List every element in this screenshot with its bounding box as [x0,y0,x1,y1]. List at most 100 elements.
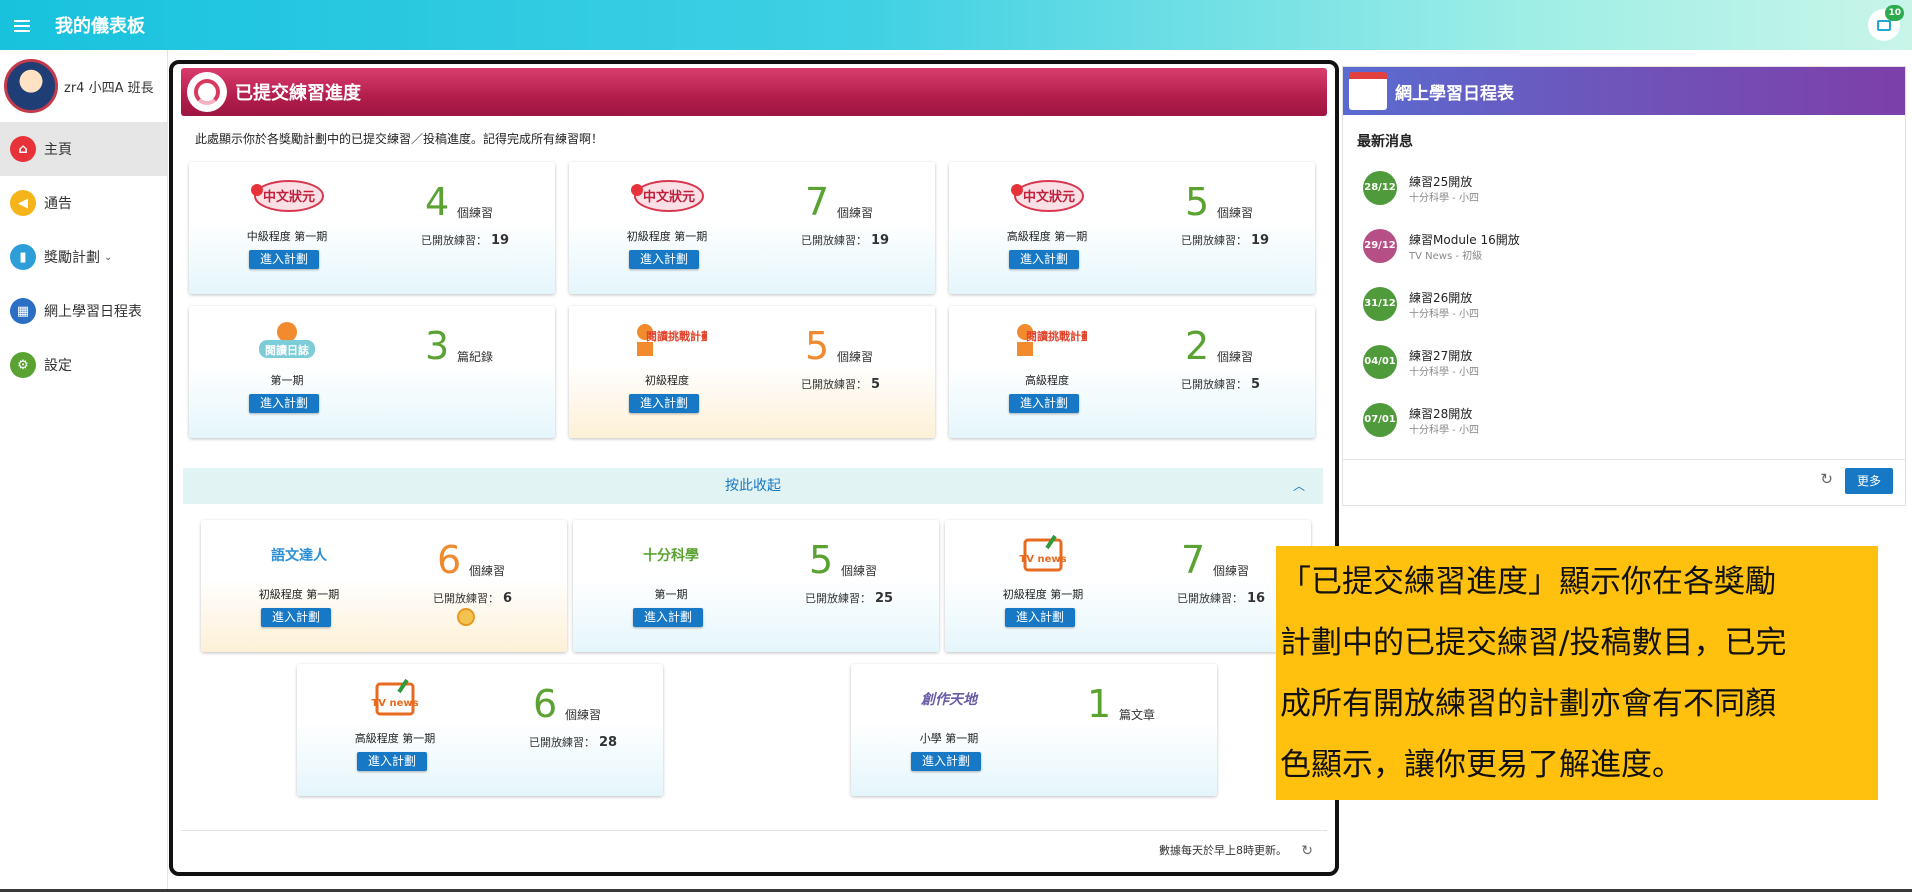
submitted-count: 5 [1185,180,1210,224]
count-unit: 個練習 [1217,206,1254,220]
progress-panel: 已提交練習進度 此處顯示你於各獎勵計劃中的已提交練習／投稿進度。記得完成所有練習… [169,60,1339,876]
message-icon [1877,19,1891,31]
enter-program-button[interactable]: 進入計劃 [1009,394,1079,413]
sidebar-item-settings[interactable]: ⚙ 設定 [0,338,167,392]
count-unit: 個練習 [1217,350,1254,364]
enter-program-button[interactable]: 進入計劃 [633,608,703,627]
submitted-count: 6 [533,682,558,726]
submitted-count: 7 [805,180,830,224]
news-item[interactable]: 04/01 練習27開放 十分科學 - 小四 [1363,343,1863,383]
chevron-up-icon: ︿ [1292,479,1305,493]
refresh-icon[interactable]: ↻ [1301,831,1313,871]
enter-program-button[interactable]: 進入計劃 [629,394,699,413]
submitted-count: 2 [1185,324,1210,368]
date-badge: 28/12 [1363,171,1397,205]
user-profile[interactable]: zr4 小四A 班長 [0,50,167,122]
enter-program-button[interactable]: 進入計劃 [629,250,699,269]
news-item[interactable]: 31/12 練習26開放 十分科學 - 小四 [1363,285,1863,325]
program-logo-text: 語文達人 [271,547,328,564]
program-logo: 中文狀元 [1007,174,1087,218]
opened-exercises: 已開放練習： 5 [1181,377,1261,392]
program-card: TV news 高級程度 第一期 進入計劃 6 個練習 已開放練習： 28 [297,664,663,796]
date-badge: 31/12 [1363,287,1397,321]
update-note: 數據每天於早上8時更新。 [1159,844,1287,857]
program-level: 第一期 [270,374,304,387]
submitted-count: 5 [805,324,830,368]
enter-program-button[interactable]: 進入計劃 [911,752,981,771]
progress-panel-footer: 數據每天於早上8時更新。 ↻ [181,830,1327,870]
sidebar-item-schedule[interactable]: ▦ 網上學習日程表 [0,284,167,338]
medal-icon [457,608,475,626]
notification-button[interactable]: 10 [1868,5,1904,41]
program-logo: 閱讀挑戰計劃 [1007,318,1092,362]
enter-program-button[interactable]: 進入計劃 [1009,250,1079,269]
sidebar-item-label: 通告 [44,196,72,212]
enter-program-button[interactable]: 進入計劃 [1005,608,1075,627]
sidebar-item-label: 主頁 [44,142,72,158]
count-unit: 篇紀錄 [457,350,494,364]
menu-icon[interactable] [14,18,34,32]
news-subtitle: 十分科學 - 小四 [1409,309,1479,320]
page-title: 我的儀表板 [55,16,145,37]
sidebar-item-home[interactable]: ⌂ 主頁 [0,122,167,176]
submitted-count: 7 [1181,538,1206,582]
refresh-icon[interactable]: ↻ [1820,470,1833,488]
news-item[interactable]: 07/01 練習28開放 十分科學 - 小四 [1363,401,1863,441]
chevron-down-icon: ⌄ [104,251,113,263]
submitted-count: 6 [437,538,462,582]
chart-icon: ▮ [10,244,36,270]
news-subtitle: 十分科學 - 小四 [1409,193,1479,204]
news-title: 練習Module 16開放 [1409,233,1520,247]
count-unit: 個練習 [1213,564,1250,578]
sidebar-item-label: 獎勵計劃 [44,250,100,266]
progress-panel-description: 此處顯示你於各獎勵計劃中的已提交練習／投稿進度。記得完成所有練習啊！ [195,132,604,146]
news-item[interactable]: 29/12 練習Module 16開放 TV News - 初級 [1363,227,1863,267]
collapse-label: 按此收起 [725,478,781,494]
opened-exercises: 已開放練習： 28 [529,735,618,750]
callout-line: 「已提交練習進度」顯示你在各獎勵 [1280,564,1776,600]
news-heading: 最新消息 [1357,134,1413,150]
count-unit: 個練習 [837,350,874,364]
count-unit: 個練習 [469,564,506,578]
program-level: 中級程度 第一期 [246,230,328,243]
notification-badge: 10 [1885,5,1904,21]
count-unit: 篇文章 [1119,708,1156,722]
user-name: zr4 小四A 班長 [64,80,154,96]
program-level: 第一期 [654,588,688,601]
program-card: 閱讀挑戰計劃 高級程度 進入計劃 2 個練習 已開放練習： 5 [949,306,1315,438]
date-badge: 07/01 [1363,403,1397,437]
annotation-callout: 「已提交練習進度」顯示你在各獎勵 計劃中的已提交練習/投稿數目，已完 成所有開放… [1276,546,1878,800]
schedule-panel-footer: ↻ 更多 [1343,459,1905,505]
program-card: TV news 初級程度 第一期 進入計劃 7 個練習 已開放練習： 16 [945,520,1311,652]
enter-program-button[interactable]: 進入計劃 [249,250,319,269]
sidebar-item-notices[interactable]: ◀ 通告 [0,176,167,230]
news-item[interactable]: 28/12 練習25開放 十分科學 - 小四 [1363,169,1863,209]
program-logo: 中文狀元 [627,174,707,218]
more-button[interactable]: 更多 [1845,468,1893,494]
sidebar-item-label: 網上學習日程表 [44,304,142,320]
program-logo: 閱讀挑戰計劃 [627,318,712,362]
avatar [4,59,58,113]
enter-program-button[interactable]: 進入計劃 [357,752,427,771]
collapse-toggle[interactable]: 按此收起 ︿ [183,468,1323,504]
callout-line: 色顯示，讓你更易了解進度。 [1280,747,1683,783]
opened-exercises: 已開放練習： 16 [1177,591,1266,606]
news-subtitle: TV News - 初級 [1409,251,1483,262]
program-card: 中文狀元 初級程度 第一期 進入計劃 7 個練習 已開放練習： 19 [569,162,935,294]
callout-line: 計劃中的已提交練習/投稿數目，已完 [1280,625,1787,661]
date-badge: 29/12 [1363,229,1397,263]
program-logo-text: 閱讀挑戰計劃 [1026,329,1087,343]
program-logo: 十分科學 [631,532,711,576]
news-title: 練習26開放 [1409,291,1473,305]
program-logo-text: 中文狀元 [643,189,695,205]
news-title: 練習25開放 [1409,175,1473,189]
enter-program-button[interactable]: 進入計劃 [261,608,331,627]
count-unit: 個練習 [565,708,602,722]
program-logo-text: 閱讀挑戰計劃 [646,329,707,343]
sidebar-item-rewards[interactable]: ▮ 獎勵計劃 ⌄ [0,230,167,284]
schedule-panel-header: 網上學習日程表 [1343,67,1905,115]
progress-panel-title: 已提交練習進度 [235,83,361,104]
schedule-panel-title: 網上學習日程表 [1395,83,1514,104]
program-logo-text: TV news [1019,554,1066,565]
enter-program-button[interactable]: 進入計劃 [249,394,319,413]
